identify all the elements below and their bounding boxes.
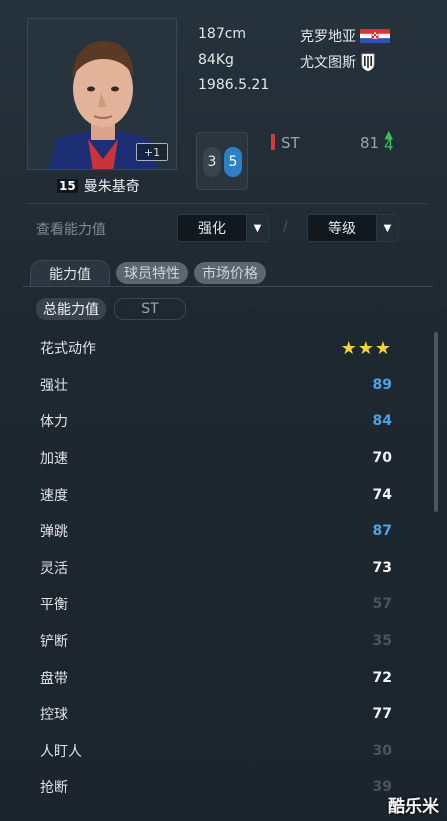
player-photo: +1 bbox=[27, 18, 177, 170]
player-weight: 84Kg bbox=[198, 52, 234, 68]
stat-value: 30 bbox=[372, 742, 392, 759]
stat-label: 人盯人 bbox=[40, 743, 82, 760]
stat-label: 体力 bbox=[40, 414, 68, 431]
stat-label: 弹跳 bbox=[40, 524, 68, 541]
stat-row: 加速 70 bbox=[40, 440, 392, 477]
stat-value: 84 bbox=[372, 413, 392, 430]
subtab-position-st[interactable]: ST bbox=[114, 298, 186, 320]
stat-value: 73 bbox=[372, 559, 392, 576]
stat-label: 强壮 bbox=[40, 377, 68, 394]
player-name-row: 15 曼朱基奇 bbox=[57, 176, 140, 196]
overall-bonus: ▲ 4 bbox=[384, 129, 394, 154]
player-name: 曼朱基奇 bbox=[83, 179, 140, 195]
stat-label: 抢断 bbox=[40, 780, 68, 797]
player-height: 187cm bbox=[198, 26, 247, 42]
position-color-marker bbox=[271, 134, 275, 150]
stat-value: 74 bbox=[372, 486, 392, 503]
stat-value: 87 bbox=[372, 523, 392, 540]
stat-row: 抢断 39 bbox=[40, 769, 392, 806]
overall-bonus-value: 4 bbox=[384, 136, 394, 154]
card-level-badge: +1 bbox=[136, 143, 168, 161]
ability-subtabs: 总能力值 ST bbox=[36, 298, 186, 320]
croatia-flag-icon bbox=[360, 29, 390, 43]
chevron-down-icon[interactable]: ▼ bbox=[246, 215, 268, 241]
enhance-dropdown-value: 强化 bbox=[198, 221, 226, 237]
grade-dropdown-value: 等级 bbox=[328, 221, 356, 237]
stat-label: 速度 bbox=[40, 487, 68, 504]
enhance-dropdown[interactable]: 强化 ▼ bbox=[177, 214, 269, 242]
juventus-crest-icon bbox=[360, 52, 376, 72]
tab-abilities[interactable]: 能力值 bbox=[30, 260, 110, 286]
stat-label: 盘带 bbox=[40, 670, 68, 687]
player-position: ST bbox=[281, 134, 300, 152]
tab-market-price[interactable]: 市场价格 bbox=[194, 262, 266, 284]
tab-player-traits[interactable]: 球员特性 bbox=[116, 262, 188, 284]
player-detail-panel: +1 15 曼朱基奇 187cm 84Kg 1986.5.21 克罗地亚 尤文图… bbox=[0, 0, 447, 821]
right-foot-rating: 5 bbox=[224, 147, 242, 177]
stat-row: 铲断 35 bbox=[40, 623, 392, 660]
stat-row: 盘带 72 bbox=[40, 659, 392, 696]
stat-label: 铲断 bbox=[40, 634, 68, 651]
stat-row: 花式动作 ★★★ bbox=[40, 330, 392, 367]
stat-label: 控球 bbox=[40, 707, 68, 724]
stat-label: 加速 bbox=[40, 451, 68, 468]
stats-list: 花式动作 ★★★ 强壮 89 体力 84 加速 70 速度 74 弹跳 87 灵活 73 平衡 57 铲断 35 盘… bbox=[40, 330, 392, 806]
header-divider bbox=[27, 203, 427, 204]
stat-row: 平衡 57 bbox=[40, 586, 392, 623]
stat-row: 人盯人 30 bbox=[40, 733, 392, 770]
dropdown-separator: / bbox=[283, 219, 288, 235]
tab-underline bbox=[22, 286, 433, 287]
stat-value: 77 bbox=[372, 706, 392, 723]
view-stats-label: 查看能力值 bbox=[36, 222, 106, 238]
skill-stars: ★★★ bbox=[340, 337, 392, 359]
grade-dropdown[interactable]: 等级 ▼ bbox=[307, 214, 399, 242]
stat-row: 强壮 89 bbox=[40, 367, 392, 404]
stat-value: 72 bbox=[372, 669, 392, 686]
stat-value: 70 bbox=[372, 450, 392, 467]
club-name: 尤文图斯 bbox=[300, 55, 356, 71]
stat-value: 35 bbox=[372, 633, 392, 650]
stat-row: 控球 77 bbox=[40, 696, 392, 733]
stat-row: 灵活 73 bbox=[40, 550, 392, 587]
nation-name: 克罗地亚 bbox=[300, 29, 356, 45]
subtab-total-ability[interactable]: 总能力值 bbox=[36, 298, 106, 320]
watermark: 酷乐米 bbox=[388, 797, 439, 817]
season-badge-icon: 15 bbox=[57, 179, 78, 193]
stat-row: 体力 84 bbox=[40, 403, 392, 440]
stat-label: 平衡 bbox=[40, 597, 68, 614]
stats-scrollbar[interactable] bbox=[434, 332, 438, 512]
player-birthdate: 1986.5.21 bbox=[198, 77, 270, 93]
player-club: 尤文图斯 bbox=[300, 52, 376, 72]
stat-label: 花式动作 bbox=[40, 341, 96, 358]
left-foot-rating: 3 bbox=[203, 147, 221, 177]
stat-value: 89 bbox=[372, 376, 392, 393]
player-nation: 克罗地亚 bbox=[300, 26, 390, 46]
overall-rating: 81 bbox=[360, 134, 380, 152]
stat-row: 速度 74 bbox=[40, 476, 392, 513]
chevron-down-icon[interactable]: ▼ bbox=[376, 215, 398, 241]
stat-value: 57 bbox=[372, 596, 392, 613]
stat-row: 弹跳 87 bbox=[40, 513, 392, 550]
foot-rating-box: 3 5 bbox=[196, 132, 248, 190]
detail-tabs: 能力值 球员特性 市场价格 bbox=[30, 260, 266, 286]
stat-label: 灵活 bbox=[40, 560, 68, 577]
